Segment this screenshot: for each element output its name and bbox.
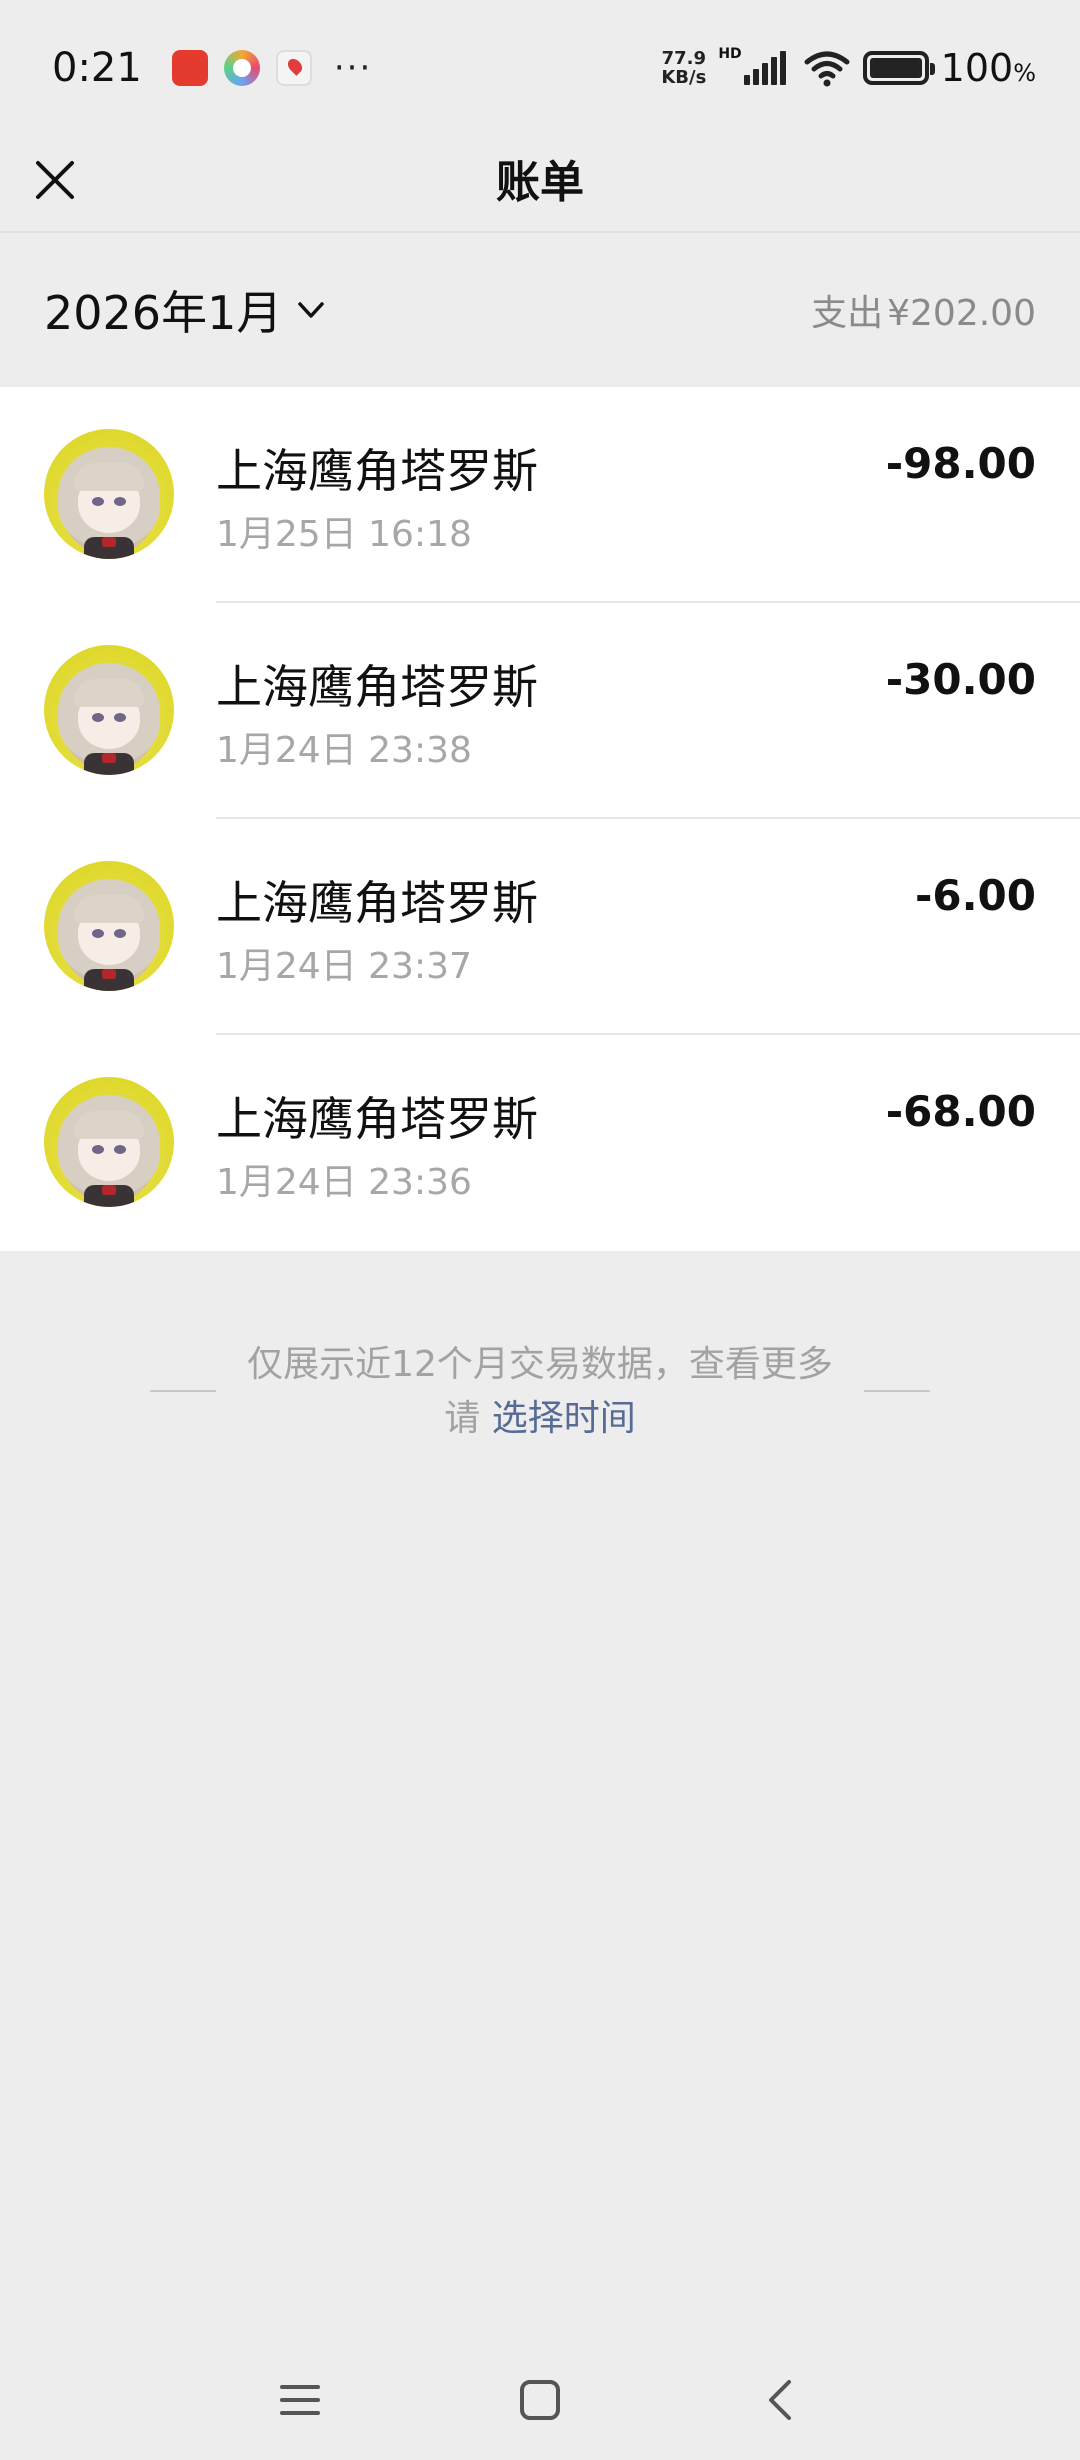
wifi-icon xyxy=(804,51,850,86)
system-nav-bar xyxy=(0,2340,1080,2460)
battery-level: 100% xyxy=(940,45,1036,90)
hd-label: HD xyxy=(718,45,742,62)
close-icon xyxy=(36,161,74,199)
select-time-link[interactable]: 选择时间 xyxy=(492,1398,636,1439)
status-time: 0:21 xyxy=(52,44,142,91)
back-arrow-icon xyxy=(769,2380,791,2420)
transaction-time: 1月24日 23:36 xyxy=(216,1162,472,1203)
home-square-icon xyxy=(520,2380,560,2420)
signal-icon xyxy=(743,50,789,85)
battery-icon xyxy=(862,50,935,85)
expense-summary-label: 支出 xyxy=(811,293,884,334)
month-header: 2026年1月 支出 ¥202.00 xyxy=(0,233,1080,387)
transaction-time: 1月24日 23:37 xyxy=(216,946,472,987)
game-app-notification-icon xyxy=(223,49,260,86)
history-note-text: 仅展示近12个月交易数据，查看更多请 选择时间 xyxy=(230,1338,850,1446)
network-speed: 77.9 KB/s xyxy=(661,49,706,87)
transaction-amount: -68.00 xyxy=(885,1087,1036,1136)
transaction-amount: -98.00 xyxy=(885,439,1036,488)
back-button[interactable] xyxy=(750,2370,810,2430)
merchant-name: 上海鹰角塔罗斯 xyxy=(216,876,538,930)
status-bar: 0:21 ··· 77.9 KB/s HD 100% xyxy=(0,0,1080,135)
network-speed-unit: KB/s xyxy=(661,66,707,88)
close-button[interactable] xyxy=(28,153,82,207)
month-label: 2026年1月 xyxy=(44,286,283,340)
note-divider-right xyxy=(864,1390,930,1392)
transaction-time: 1月24日 23:38 xyxy=(216,730,472,771)
page-title: 账单 xyxy=(496,157,584,208)
map-app-notification-icon xyxy=(275,49,312,86)
bill-item[interactable]: 上海鹰角塔罗斯 1月24日 23:36 -68.00 xyxy=(0,1035,1080,1251)
merchant-avatar xyxy=(44,861,174,991)
merchant-avatar xyxy=(44,645,174,775)
bill-list: 上海鹰角塔罗斯 1月25日 16:18 -98.00 上海鹰角塔罗斯 1月24日… xyxy=(0,387,1080,1251)
more-notifications-icon: ··· xyxy=(333,47,373,88)
transaction-amount: -30.00 xyxy=(885,655,1036,704)
red-app-notification-icon xyxy=(171,49,208,86)
bill-item[interactable]: 上海鹰角塔罗斯 1月24日 23:38 -30.00 xyxy=(0,603,1080,819)
note-divider-left xyxy=(150,1390,216,1392)
merchant-name: 上海鹰角塔罗斯 xyxy=(216,1092,538,1146)
recent-apps-button[interactable] xyxy=(270,2370,330,2430)
network-speed-value: 77.9 xyxy=(661,47,707,69)
bill-item[interactable]: 上海鹰角塔罗斯 1月25日 16:18 -98.00 xyxy=(0,387,1080,603)
expense-summary-amount: ¥202.00 xyxy=(887,293,1036,334)
bill-item[interactable]: 上海鹰角塔罗斯 1月24日 23:37 -6.00 xyxy=(0,819,1080,1035)
merchant-avatar xyxy=(44,429,174,559)
chevron-down-icon xyxy=(298,302,325,318)
transaction-amount: -6.00 xyxy=(914,871,1036,920)
expense-summary: 支出 ¥202.00 xyxy=(811,284,1036,336)
merchant-name: 上海鹰角塔罗斯 xyxy=(216,444,538,498)
history-note: 仅展示近12个月交易数据，查看更多请 选择时间 xyxy=(0,1330,1080,1450)
merchant-name: 上海鹰角塔罗斯 xyxy=(216,660,538,714)
home-button[interactable] xyxy=(510,2370,570,2430)
month-selector[interactable]: 2026年1月 xyxy=(44,277,326,343)
bill-screen: 0:21 ··· 77.9 KB/s HD 100% 账单 2026年1月 支出… xyxy=(0,0,1080,2460)
title-bar: 账单 xyxy=(0,135,1080,231)
transaction-time: 1月25日 16:18 xyxy=(216,514,472,555)
menu-icon xyxy=(280,2385,320,2415)
merchant-avatar xyxy=(44,1077,174,1207)
